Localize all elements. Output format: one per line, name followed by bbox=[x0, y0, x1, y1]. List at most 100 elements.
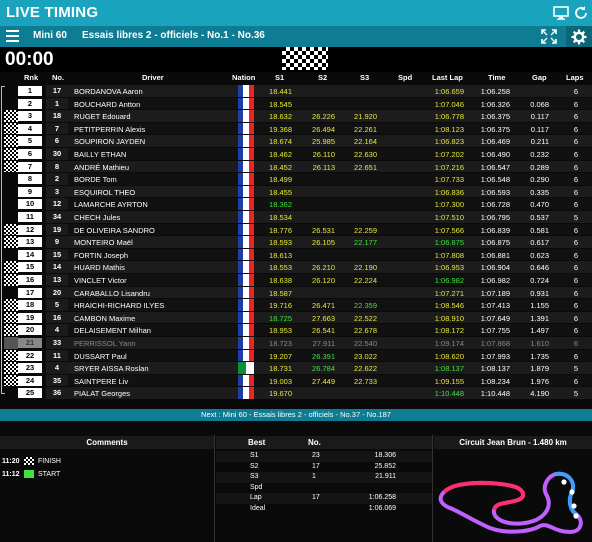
table-row[interactable]: 24 35 SAINTPERE Liv 19.003 27.449 22.733 1:09.… bbox=[0, 374, 592, 388]
sector1-cell: 19.368 bbox=[269, 124, 292, 134]
last-lap-cell: 1:08.546 bbox=[434, 301, 464, 311]
sector2-cell: 26.541 bbox=[312, 326, 335, 336]
col-s1: S1 bbox=[275, 73, 285, 82]
table-row[interactable]: 5 6 SOUPIRON JAYDEN 18.674 25.985 22.164 1:06.… bbox=[0, 135, 592, 148]
table-row[interactable]: 19 16 CAMBON Maxime 18.725 27.663 22.522 1:08.… bbox=[0, 311, 592, 325]
sector1-cell: 18.731 bbox=[269, 364, 292, 374]
last-lap-cell: 1:06.778 bbox=[434, 112, 464, 122]
time-cell: 1:06.839 bbox=[480, 225, 510, 235]
last-lap-cell: 1:08.123 bbox=[434, 124, 464, 134]
last-lap-cell: 1:07.808 bbox=[434, 250, 464, 260]
gap-cell: 0.068 bbox=[530, 99, 549, 109]
number-cell: 33 bbox=[46, 337, 68, 349]
panel-divider bbox=[432, 435, 433, 542]
laps-cell: 6 bbox=[573, 351, 578, 361]
time-cell: 1:07.868 bbox=[480, 339, 510, 348]
best-label: S1 bbox=[250, 452, 259, 459]
driver-cell: HUARD Mathis bbox=[74, 263, 125, 273]
checkered-flag-icon bbox=[4, 223, 18, 236]
table-row[interactable]: 22 11 DUSSART Paul 19.207 26.391 23.022 1:08.6… bbox=[0, 349, 592, 363]
number-cell: 4 bbox=[46, 324, 68, 336]
gear-icon bbox=[571, 29, 587, 45]
best-title: Best bbox=[248, 438, 266, 447]
next-session-bar[interactable]: Next : Mini 60 - Essais libres 2 - offic… bbox=[0, 409, 592, 421]
time-cell: 1:10.448 bbox=[480, 389, 510, 399]
rank-cell: 5 bbox=[18, 136, 42, 147]
settings-button[interactable] bbox=[566, 26, 592, 47]
sector1-cell: 18.362 bbox=[269, 200, 292, 210]
monitor-icon[interactable] bbox=[553, 5, 569, 21]
table-row[interactable]: 15 14 HUARD Mathis 18.553 26.210 22.190 1:06.9… bbox=[0, 261, 592, 274]
time-cell: 1:06.548 bbox=[480, 175, 510, 185]
rank-cell: 8 bbox=[18, 174, 42, 185]
driver-cell: LAMARCHE AYRTON bbox=[74, 200, 148, 210]
sector3-cell: 22.177 bbox=[354, 238, 377, 248]
table-row[interactable]: 8 2 BORDE Tom 18.499 1:07.733 1:06.548 0.290 6 bbox=[0, 173, 592, 186]
table-row[interactable]: 20 4 DELAISEMENT Milhan 18.953 26.541 22.678 1… bbox=[0, 324, 592, 337]
table-row[interactable]: 1 17 BORDANOVA Aaron 18.441 1:06.659 1:06.258… bbox=[0, 85, 592, 98]
driver-cell: ESQUIROL THEO bbox=[74, 187, 136, 197]
number-cell: 36 bbox=[46, 387, 68, 399]
table-row[interactable]: 10 12 LAMARCHE AYRTON 18.362 1:07.300 1:06.72… bbox=[0, 198, 592, 211]
laps-cell: 6 bbox=[573, 301, 578, 311]
last-lap-cell: 1:08.910 bbox=[434, 313, 464, 323]
table-row[interactable]: 25 36 PIALAT Georges 19.670 1:10.448 1:10.448… bbox=[0, 387, 592, 400]
col-last-lap: Last Lap bbox=[432, 73, 463, 82]
driver-cell: FORTIN Joseph bbox=[74, 250, 129, 260]
time-cell: 1:06.375 bbox=[480, 112, 510, 122]
table-row[interactable]: 14 15 FORTIN Joseph 18.613 1:07.808 1:06.881 0… bbox=[0, 248, 592, 262]
table-row[interactable]: 18 5 HRAICHI-RICHARD ILYES 19.716 26.471 22.3… bbox=[0, 299, 592, 312]
table-row[interactable]: 6 30 BAILLY ETHAN 18.462 26.110 22.630 1:07.20… bbox=[0, 148, 592, 161]
menu-icon[interactable] bbox=[6, 30, 19, 42]
table-row[interactable]: 13 9 MONTEIRO Maël 18.593 26.105 22.177 1:06.8… bbox=[0, 236, 592, 249]
checkered-flag-icon bbox=[4, 261, 18, 273]
gap-cell: 0.335 bbox=[530, 187, 549, 197]
rank-cell: 1 bbox=[18, 86, 42, 96]
rank-cell: 19 bbox=[18, 312, 42, 323]
comment-time: 11:12 bbox=[2, 471, 20, 478]
sector1-cell: 18.452 bbox=[269, 162, 292, 172]
sector1-cell: 18.593 bbox=[269, 238, 292, 248]
table-row[interactable]: 16 13 VINCLET Victor 18.638 26.120 22.224 1:06… bbox=[0, 274, 592, 287]
last-lap-cell: 1:07.300 bbox=[434, 200, 464, 210]
laps-cell: 6 bbox=[573, 376, 578, 386]
number-cell: 12 bbox=[46, 198, 68, 210]
table-row[interactable]: 3 18 RUGET Edouard 18.632 26.226 21.920 1:06.7… bbox=[0, 110, 592, 123]
best-value: 18.306 bbox=[374, 452, 396, 459]
sector3-cell: 22.733 bbox=[354, 376, 377, 386]
table-row[interactable]: 21 33 PERRISSOL Yann 18.723 27.911 22.540 1:09… bbox=[0, 337, 592, 350]
time-cell: 1:06.728 bbox=[480, 200, 510, 210]
table-row[interactable]: 12 19 DE OLIVEIRA SANDRO 18.776 26.531 22.259… bbox=[0, 223, 592, 237]
sector3-cell: 22.651 bbox=[354, 162, 377, 172]
last-lap-cell: 1:09.155 bbox=[434, 376, 464, 386]
laps-cell: 6 bbox=[573, 238, 578, 248]
time-cell: 1:08.137 bbox=[480, 364, 510, 374]
table-row[interactable]: 11 34 CHECH Jules 18.534 1:07.510 1:06.795 0.5… bbox=[0, 211, 592, 224]
col-rnk: Rnk bbox=[24, 73, 39, 82]
col-s2: S2 bbox=[318, 73, 328, 82]
refresh-icon[interactable] bbox=[573, 5, 589, 21]
table-row[interactable]: 9 3 ESQUIROL THEO 18.455 1:06.836 1:06.593 0.3… bbox=[0, 185, 592, 199]
col-laps: Laps bbox=[566, 73, 584, 82]
table-row[interactable]: 23 4 SRYER AISSA Roslan 18.731 26.784 22.622 1… bbox=[0, 362, 592, 375]
rank-cell: 12 bbox=[18, 224, 42, 235]
fullscreen-icon[interactable] bbox=[541, 29, 557, 44]
driver-cell: DUSSART Paul bbox=[74, 351, 127, 361]
gap-cell: 0.581 bbox=[530, 225, 549, 235]
table-row[interactable]: 17 20 CARABALLO Lisandru 18.587 1:07.271 1:07… bbox=[0, 286, 592, 300]
best-label: Spd bbox=[250, 483, 263, 491]
best-label: Lap bbox=[250, 494, 262, 501]
driver-cell: SAINTPERE Liv bbox=[74, 376, 129, 386]
table-row[interactable]: 2 1 BOUCHARD Antton 18.545 1:07.046 1:06.326 0… bbox=[0, 97, 592, 111]
gap-cell: 0.646 bbox=[530, 263, 549, 273]
number-cell: 17 bbox=[46, 85, 68, 97]
number-cell: 1 bbox=[46, 97, 68, 110]
rank-cell: 9 bbox=[18, 186, 42, 197]
table-row[interactable]: 7 8 ANDRÉ Mathieu 18.452 26.113 22.651 1:07.21… bbox=[0, 160, 592, 174]
rank-cell: 24 bbox=[18, 375, 42, 386]
sector2-cell: 26.105 bbox=[312, 238, 335, 248]
driver-cell: DE OLIVEIRA SANDRO bbox=[74, 225, 155, 235]
table-row[interactable]: 4 7 PETITPERRIN Alexis 19.368 26.494 22.261 1:… bbox=[0, 122, 592, 136]
time-cell: 1:06.469 bbox=[480, 137, 510, 147]
sector2-cell: 26.494 bbox=[312, 124, 335, 134]
